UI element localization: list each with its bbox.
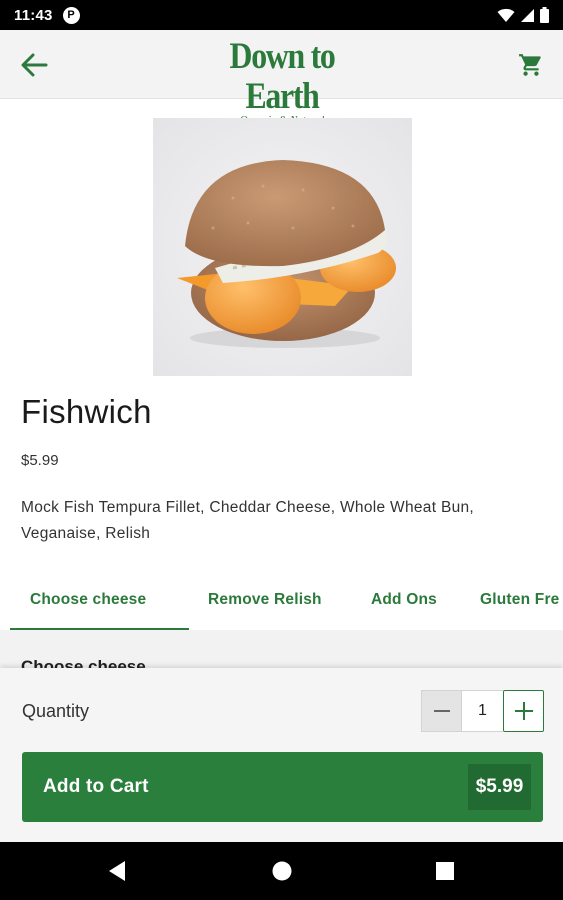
back-button[interactable]	[14, 47, 54, 83]
wifi-icon	[497, 8, 515, 22]
plus-icon	[514, 702, 533, 720]
product-description: Mock Fish Tempura Fillet, Cheddar Cheese…	[21, 499, 475, 542]
add-to-cart-price: $5.99	[468, 764, 531, 810]
logo-text: Down to Earth	[229, 36, 335, 117]
shopping-cart-icon	[519, 54, 541, 76]
tab-remove-relish[interactable]: Remove Relish	[189, 570, 350, 630]
home-circle-icon	[272, 861, 292, 881]
pandora-p-icon: P	[62, 6, 80, 24]
product-title: Fishwich	[21, 393, 152, 430]
option-tabs: Choose cheese Remove Relish Add Ons Glut…	[0, 570, 563, 630]
cart-button[interactable]	[513, 47, 549, 83]
tab-choose-cheese[interactable]: Choose cheese	[10, 570, 189, 630]
add-to-cart-button[interactable]: Add to Cart $5.99	[22, 752, 543, 822]
back-triangle-icon	[109, 861, 125, 881]
options-section: Choose cheese	[0, 630, 563, 670]
arrow-left-icon	[21, 53, 48, 77]
quantity-value[interactable]: 1	[462, 690, 503, 732]
status-time: 11:43	[14, 6, 53, 24]
recents-square-icon	[436, 862, 454, 880]
add-to-cart-label: Add to Cart	[43, 776, 149, 797]
minus-icon	[433, 710, 450, 712]
quantity-increase-button[interactable]	[503, 690, 544, 732]
system-nav-bar	[0, 842, 563, 900]
fishwich-sandwich-image	[153, 118, 412, 376]
tab-add-ons[interactable]: Add Ons	[350, 570, 461, 630]
tab-gluten-free[interactable]: Gluten Fre	[461, 570, 560, 630]
nav-back-button[interactable]	[105, 859, 129, 883]
order-panel: Quantity 1 Add to Cart $5.99	[0, 668, 563, 842]
status-icons	[497, 7, 549, 23]
status-bar: 11:43 P	[0, 0, 563, 30]
battery-icon	[540, 7, 549, 23]
quantity-stepper: 1	[421, 690, 544, 732]
quantity-decrease-button[interactable]	[421, 690, 462, 732]
product-price: $5.99	[21, 452, 59, 469]
brand-logo: Down to Earth Organic & Natural	[182, 37, 382, 127]
nav-home-button[interactable]	[270, 859, 294, 883]
product-image	[153, 118, 412, 376]
cellular-signal-icon	[521, 8, 534, 22]
nav-recents-button[interactable]	[433, 859, 457, 883]
app-bar: Down to Earth Organic & Natural	[0, 30, 563, 127]
quantity-label: Quantity	[22, 701, 90, 721]
